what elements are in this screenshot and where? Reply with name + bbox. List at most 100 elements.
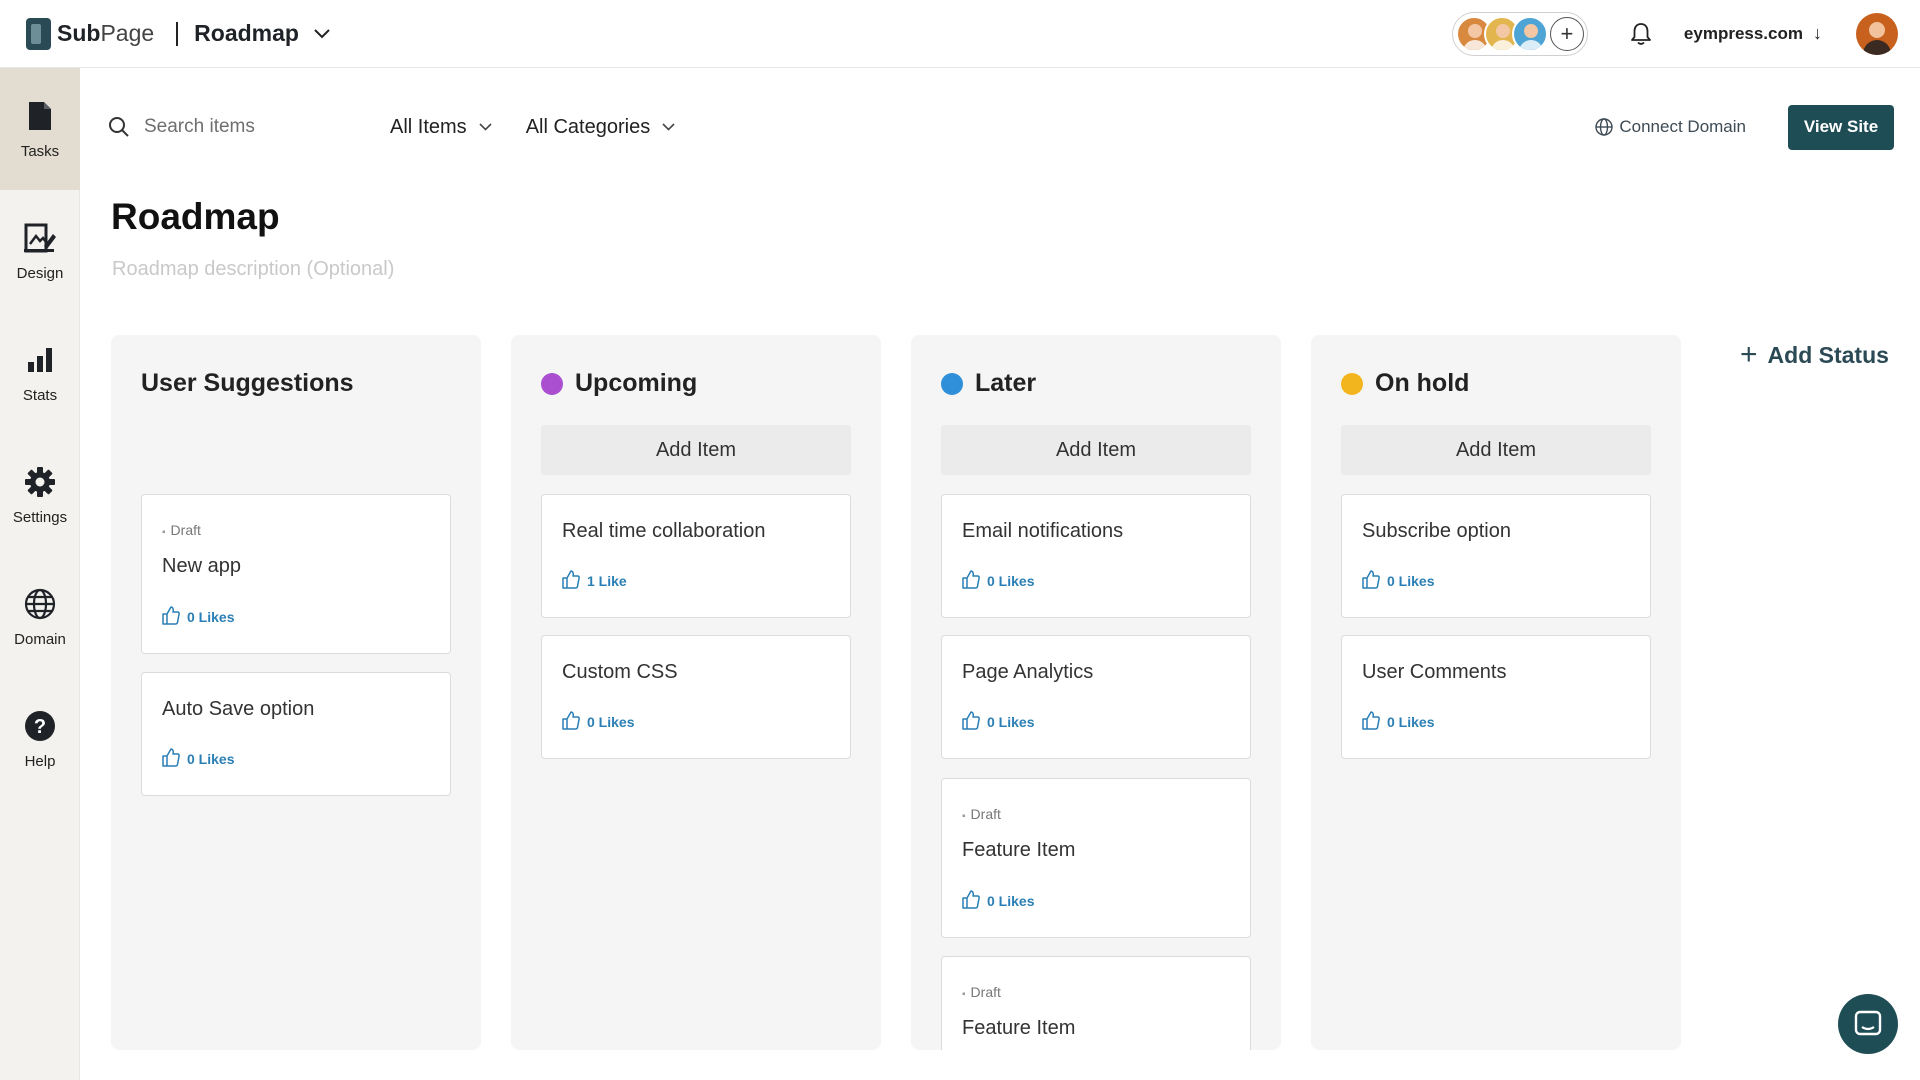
status-dot bbox=[1341, 372, 1363, 395]
brand[interactable]: SubPage bbox=[26, 17, 155, 50]
draft-badge: Draft bbox=[162, 522, 201, 538]
sidebar-item-stats[interactable]: Stats bbox=[0, 312, 80, 434]
roadmap-card[interactable]: Subscribe option 0 Likes bbox=[1341, 494, 1651, 618]
page-description-field[interactable]: Roadmap description (Optional) bbox=[112, 258, 394, 281]
user-avatar[interactable] bbox=[1856, 12, 1898, 55]
chat-launcher-button[interactable] bbox=[1838, 994, 1898, 1054]
column-title: User Suggestions bbox=[141, 369, 354, 397]
categories-filter-dropdown[interactable]: All Categories bbox=[526, 116, 676, 139]
card-title: User Comments bbox=[1362, 661, 1507, 683]
add-collaborator-icon[interactable]: + bbox=[1549, 16, 1584, 51]
plus-icon: + bbox=[1740, 338, 1758, 371]
add-status-label: Add Status bbox=[1767, 341, 1889, 368]
column-header[interactable]: Later bbox=[941, 369, 1036, 398]
column-title: On hold bbox=[1375, 369, 1470, 397]
collaborator-avatars[interactable]: + bbox=[1451, 11, 1588, 56]
view-site-button[interactable]: View Site bbox=[1788, 104, 1894, 150]
arrow-down-icon: ↓ bbox=[1813, 23, 1822, 43]
roadmap-card[interactable]: Draft Feature Item bbox=[941, 956, 1251, 1050]
board-column: Upcoming Add Item Real time collaboratio… bbox=[511, 335, 881, 1050]
chevron-down-icon bbox=[314, 28, 330, 38]
subpage-logo-icon bbox=[26, 17, 51, 50]
column-header[interactable]: On hold bbox=[1341, 369, 1469, 398]
add-status-button[interactable]: + Add Status bbox=[1740, 338, 1889, 372]
board-column: Later Add Item Email notifications 0 Lik… bbox=[911, 335, 1281, 1050]
likes-count: 0 Likes bbox=[587, 714, 635, 730]
thumbs-up-icon bbox=[962, 711, 980, 730]
sidebar-item-label: Stats bbox=[22, 386, 58, 404]
draft-badge: Draft bbox=[962, 984, 1001, 1000]
like-button[interactable]: 1 Like bbox=[562, 570, 627, 589]
globe-icon bbox=[23, 587, 57, 621]
bell-icon[interactable] bbox=[1628, 21, 1654, 47]
column-title: Later bbox=[975, 369, 1037, 397]
status-dot bbox=[941, 372, 963, 395]
like-button[interactable]: 0 Likes bbox=[562, 711, 634, 730]
site-name: eympress.com bbox=[1683, 23, 1803, 43]
roadmap-card[interactable]: Custom CSS 0 Likes bbox=[541, 635, 851, 759]
svg-text:?: ? bbox=[34, 716, 46, 738]
like-button[interactable]: 0 Likes bbox=[1362, 570, 1434, 589]
brand-divider bbox=[176, 21, 179, 46]
draft-badge: Draft bbox=[962, 806, 1001, 822]
site-selector[interactable]: eympress.com ↓ bbox=[1684, 23, 1822, 44]
roadmap-card[interactable]: Auto Save option 0 Likes bbox=[141, 672, 451, 796]
column-header[interactable]: User Suggestions bbox=[141, 369, 354, 398]
sidebar-item-help[interactable]: ? Help bbox=[0, 678, 80, 800]
search-input[interactable] bbox=[144, 116, 334, 138]
status-dot bbox=[541, 372, 563, 395]
roadmap-card[interactable]: Real time collaboration 1 Like bbox=[541, 494, 851, 618]
thumbs-up-icon bbox=[562, 711, 580, 730]
sidebar-item-settings[interactable]: Settings bbox=[0, 434, 80, 556]
thumbs-up-icon bbox=[562, 570, 580, 589]
like-button[interactable]: 0 Likes bbox=[1362, 711, 1434, 730]
roadmap-card[interactable]: Email notifications 0 Likes bbox=[941, 494, 1251, 618]
like-button[interactable]: 0 Likes bbox=[962, 890, 1034, 909]
like-button[interactable]: 0 Likes bbox=[962, 711, 1034, 730]
board-column: User Suggestions Draft New app 0 Likes A… bbox=[111, 335, 481, 1050]
likes-count: 0 Likes bbox=[187, 751, 235, 767]
add-item-button[interactable]: Add Item bbox=[941, 425, 1251, 475]
items-filter-dropdown[interactable]: All Items bbox=[390, 116, 492, 139]
card-title: Auto Save option bbox=[162, 698, 315, 720]
help-icon: ? bbox=[23, 709, 57, 743]
page-title: Roadmap bbox=[111, 196, 280, 237]
roadmap-card[interactable]: Draft New app 0 Likes bbox=[141, 494, 451, 654]
column-header[interactable]: Upcoming bbox=[541, 369, 697, 398]
thumbs-up-icon bbox=[1362, 711, 1380, 730]
like-button[interactable]: 0 Likes bbox=[162, 606, 234, 625]
card-title: Custom CSS bbox=[562, 661, 678, 683]
categories-filter-label: All Categories bbox=[525, 115, 651, 138]
items-filter-label: All Items bbox=[390, 115, 467, 138]
add-item-button[interactable]: Add Item bbox=[1341, 425, 1651, 475]
page-switcher[interactable]: Roadmap bbox=[194, 20, 331, 47]
column-title: Upcoming bbox=[575, 369, 698, 397]
sidebar-item-design[interactable]: Design bbox=[0, 190, 80, 312]
sidebar-item-tasks[interactable]: Tasks bbox=[0, 68, 80, 190]
connect-domain-link[interactable]: Connect Domain bbox=[1595, 117, 1746, 137]
sidebar: Tasks Design Stats Settings Domain ? Hel… bbox=[0, 68, 80, 1080]
avatar bbox=[1511, 15, 1548, 52]
add-item-button[interactable]: Add Item bbox=[541, 425, 851, 475]
top-bar: SubPage Roadmap + eympress.com ↓ bbox=[0, 0, 1920, 68]
likes-count: 1 Like bbox=[587, 573, 627, 589]
thumbs-up-icon bbox=[162, 606, 180, 625]
thumbs-up-icon bbox=[962, 570, 980, 589]
thumbs-up-icon bbox=[962, 890, 980, 909]
sidebar-item-domain[interactable]: Domain bbox=[0, 556, 80, 678]
like-button[interactable]: 0 Likes bbox=[962, 570, 1034, 589]
roadmap-card[interactable]: Draft Feature Item 0 Likes bbox=[941, 778, 1251, 938]
like-button[interactable]: 0 Likes bbox=[162, 748, 234, 767]
sidebar-item-label: Tasks bbox=[20, 142, 60, 160]
card-title: Feature Item bbox=[962, 1017, 1076, 1039]
card-title: Page Analytics bbox=[962, 661, 1094, 683]
card-title: Feature Item bbox=[962, 839, 1076, 861]
likes-count: 0 Likes bbox=[987, 893, 1035, 909]
roadmap-card[interactable]: User Comments 0 Likes bbox=[1341, 635, 1651, 759]
search-box[interactable] bbox=[108, 116, 348, 138]
roadmap-card[interactable]: Page Analytics 0 Likes bbox=[941, 635, 1251, 759]
thumbs-up-icon bbox=[1362, 570, 1380, 589]
likes-count: 0 Likes bbox=[187, 609, 235, 625]
brand-name: SubPage bbox=[57, 20, 155, 46]
likes-count: 0 Likes bbox=[1387, 573, 1435, 589]
